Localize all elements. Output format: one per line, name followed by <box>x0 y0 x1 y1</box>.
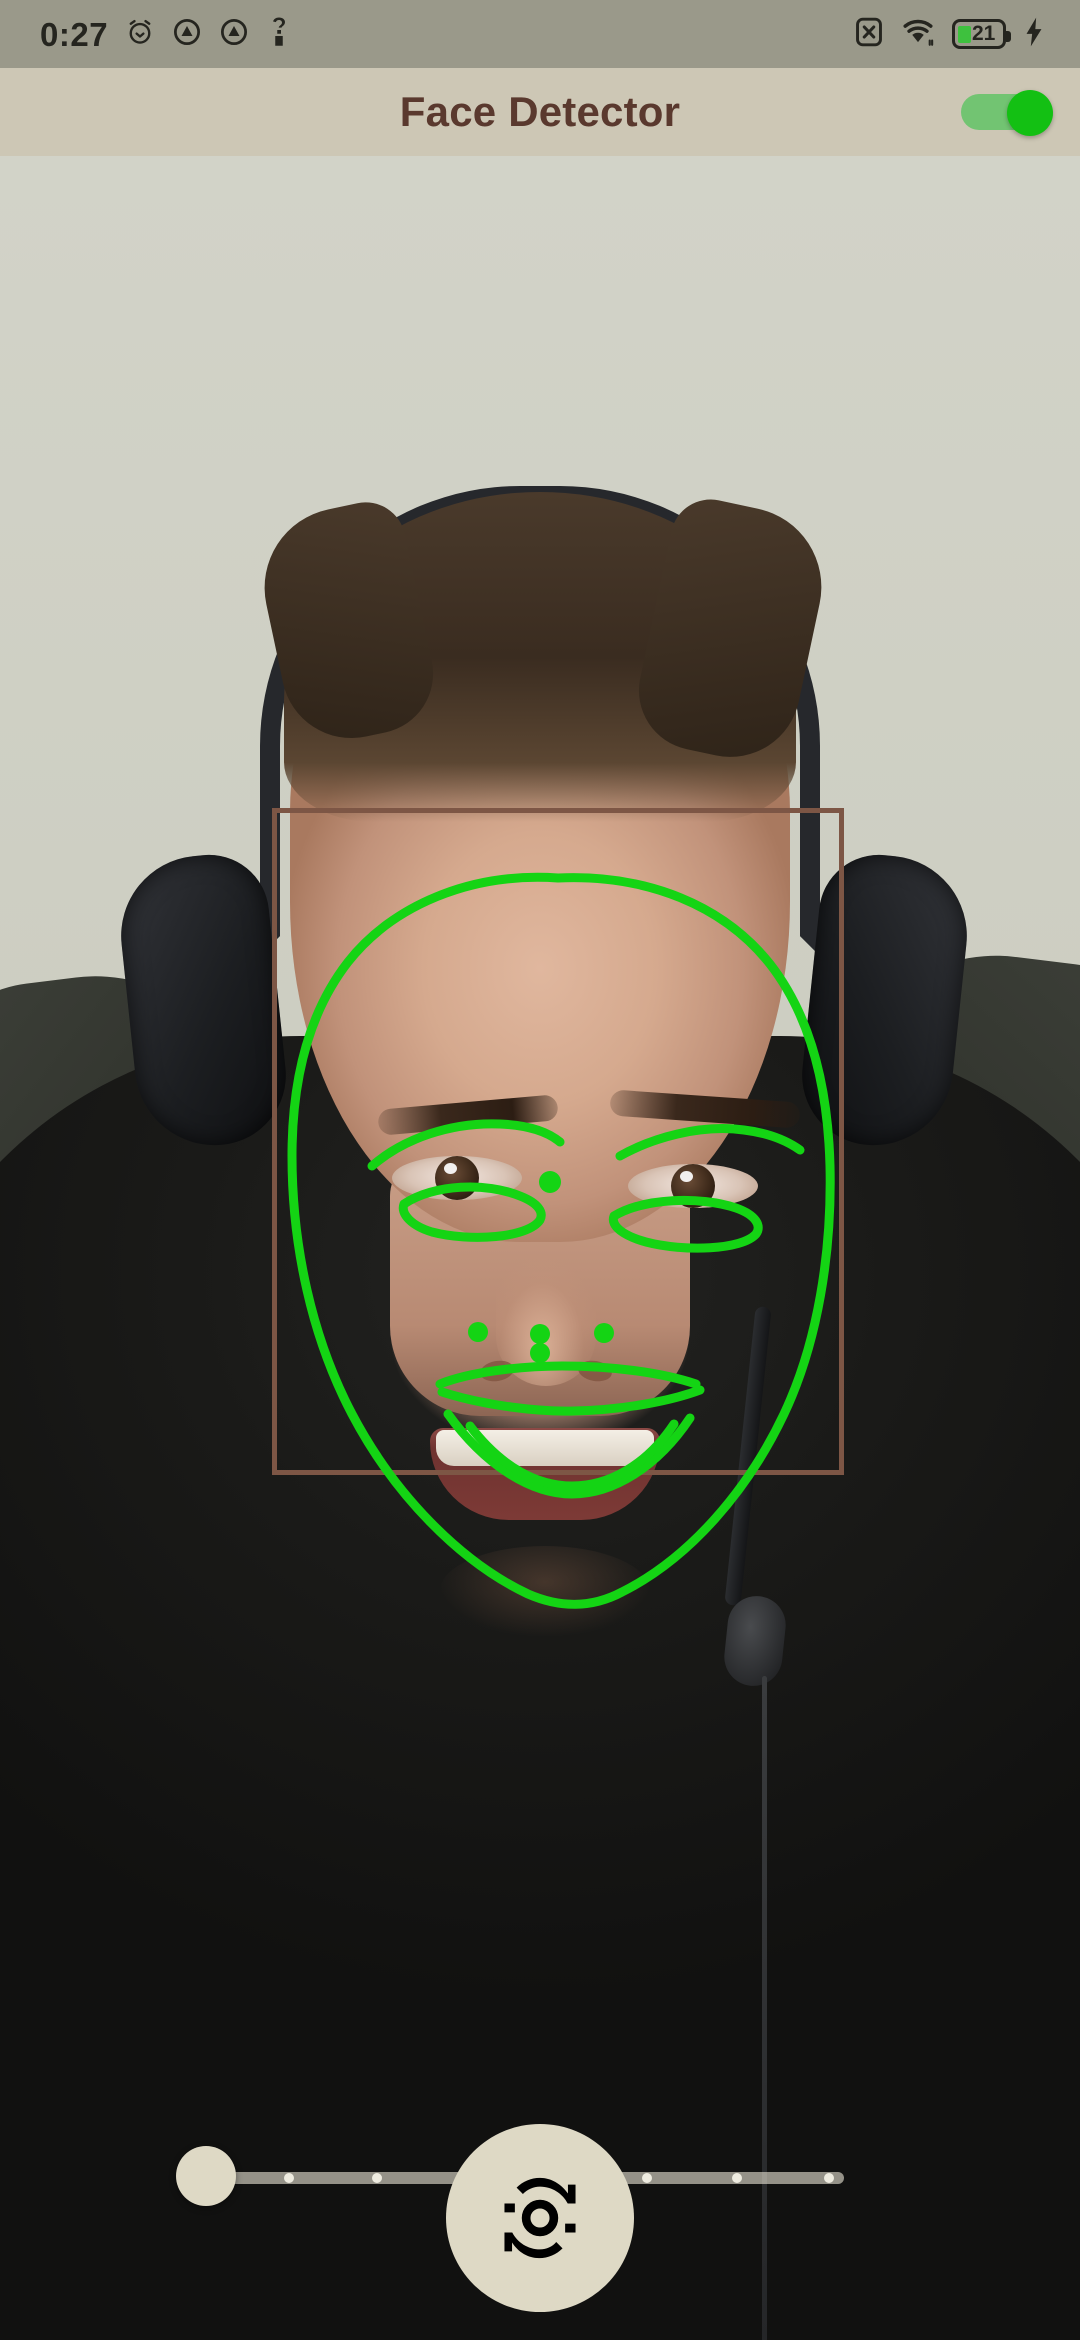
mouth <box>430 1428 660 1520</box>
zoom-slider-tick <box>372 2173 382 2183</box>
wifi-icon <box>900 16 936 53</box>
flip-camera-icon <box>488 2166 592 2270</box>
status-bar: 0:27 21 <box>0 0 1080 68</box>
status-bar-right: 21 <box>854 16 1046 53</box>
status-clock: 0:27 <box>40 15 109 53</box>
right-eye <box>628 1164 758 1208</box>
nose <box>496 1216 596 1386</box>
phone-screen: Face Detector 0:27 21 <box>0 0 1080 2340</box>
zoom-slider-tick <box>642 2173 652 2183</box>
sim-card-off-icon <box>854 16 884 53</box>
vibrate-mode-icon <box>266 17 292 52</box>
zoom-slider-thumb[interactable] <box>176 2146 236 2206</box>
battery-icon: 21 <box>952 19 1011 49</box>
do-not-disturb-icon <box>172 17 202 52</box>
camera-preview[interactable] <box>0 156 1080 2340</box>
left-iris <box>435 1156 479 1200</box>
chin-shadow <box>440 1546 650 1636</box>
left-eye <box>392 1156 522 1200</box>
battery-level: 21 <box>972 22 996 45</box>
zoom-slider-tick <box>824 2173 834 2183</box>
app-bar: Face Detector <box>0 68 1080 156</box>
charging-bolt-icon <box>1022 16 1046 53</box>
face-detection-toggle[interactable] <box>961 90 1053 136</box>
headset-cable <box>762 1676 767 2340</box>
status-bar-left: 0:27 <box>40 17 292 52</box>
page-title: Face Detector <box>399 88 681 135</box>
alarm-clock-icon <box>125 17 155 52</box>
toggle-thumb <box>1007 90 1053 136</box>
teeth <box>436 1430 654 1466</box>
zoom-slider-tick <box>284 2173 294 2183</box>
zoom-slider-tick <box>732 2173 742 2183</box>
flip-camera-button[interactable] <box>446 2124 634 2312</box>
right-iris <box>671 1164 715 1208</box>
battery-fill <box>958 25 971 43</box>
do-not-disturb-secondary-icon <box>219 17 249 52</box>
person-hair <box>284 492 796 822</box>
